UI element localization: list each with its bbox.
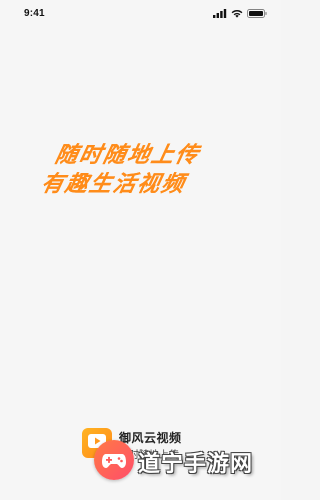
watermark: 道宁手游网 [94, 440, 281, 484]
wifi-icon [231, 9, 243, 18]
splash-screen: 9:41 随时随地上传 有趣生活视频 御风云视频 随时随地上传 道宁手游网 [0, 0, 281, 500]
status-icons [213, 9, 267, 18]
battery-icon [247, 9, 267, 18]
slogan-line-2: 有趣生活视频 [38, 172, 189, 197]
status-time: 9:41 [24, 8, 45, 19]
slogan-line-1: 随时随地上传 [52, 143, 203, 168]
controller-icon [94, 440, 134, 480]
watermark-text: 道宁手游网 [138, 452, 254, 477]
status-bar: 9:41 [0, 0, 281, 28]
signal-icon [213, 9, 227, 18]
